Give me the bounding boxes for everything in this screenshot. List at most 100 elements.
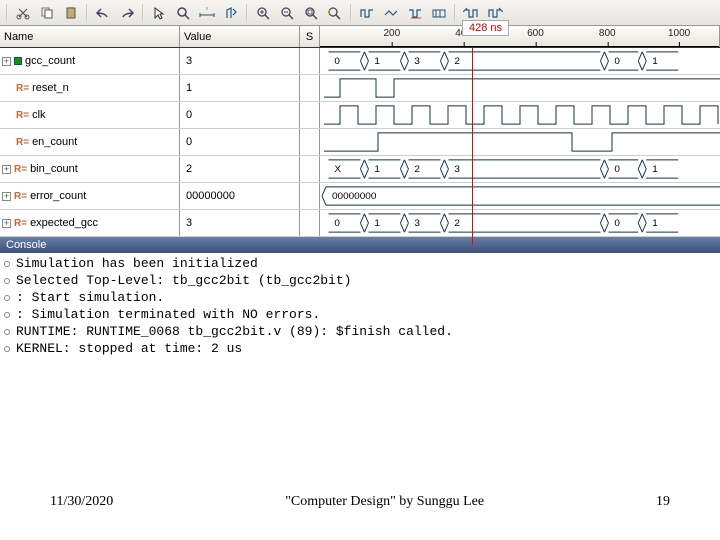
signal-row[interactable]: +R=bin_count 2 X 1 2 3 0 1 xyxy=(0,156,720,183)
value-header[interactable]: Value xyxy=(180,26,300,47)
toolbar-divider xyxy=(246,4,248,22)
signal-dot-icon xyxy=(14,57,22,65)
svg-text:1: 1 xyxy=(652,56,658,67)
expand-icon[interactable]: + xyxy=(2,57,11,66)
signal-row[interactable]: +gcc_count 3 013201 xyxy=(0,48,720,75)
wave-tool-d-icon[interactable] xyxy=(428,3,450,23)
signal-list: +gcc_count 3 013201R=reset_n 1 R=clk 0 R… xyxy=(0,48,720,237)
zoom-icon[interactable] xyxy=(172,3,194,23)
signal-value: 2 xyxy=(180,156,300,182)
footer-title: "Computer Design" by Sunggu Lee xyxy=(285,494,484,510)
bullet-icon xyxy=(4,329,10,335)
console-line: : Start simulation. xyxy=(4,289,716,306)
svg-text:X: X xyxy=(334,164,341,175)
signal-name: gcc_count xyxy=(25,55,75,67)
expand-icon[interactable]: + xyxy=(2,192,11,201)
svg-text:1: 1 xyxy=(652,164,658,175)
wave-tool-a-icon[interactable] xyxy=(356,3,378,23)
waveform-area[interactable]: 013201 xyxy=(320,210,720,236)
waveform-area[interactable]: 00000000 xyxy=(320,183,720,209)
svg-text:3: 3 xyxy=(414,218,420,229)
signal-name: clk xyxy=(32,109,45,121)
signal-row[interactable]: +R=error_count 00000000 00000000 xyxy=(0,183,720,210)
toolbar-divider xyxy=(86,4,88,22)
bullet-icon xyxy=(4,261,10,267)
expand-icon[interactable]: + xyxy=(2,165,11,174)
svg-text:3: 3 xyxy=(454,164,460,175)
zoom-range-icon[interactable] xyxy=(324,3,346,23)
wave-tool-b-icon[interactable] xyxy=(380,3,402,23)
svg-text:0: 0 xyxy=(614,164,620,175)
signal-row[interactable]: +R=expected_gcc 3 013201 xyxy=(0,210,720,237)
svg-text:1: 1 xyxy=(374,56,380,67)
toolbar-divider xyxy=(142,4,144,22)
ruler-tick: 800 xyxy=(599,28,616,39)
paste-icon[interactable] xyxy=(60,3,82,23)
s-header[interactable]: S xyxy=(300,26,320,47)
cursor-time-badge[interactable]: 428 ns xyxy=(462,20,509,36)
footer-page: 19 xyxy=(656,494,670,510)
signal-tag: R= xyxy=(14,191,27,202)
svg-text:0: 0 xyxy=(614,56,620,67)
signal-name: en_count xyxy=(32,136,77,148)
cut-icon[interactable] xyxy=(12,3,34,23)
signal-value: 3 xyxy=(180,48,300,74)
signal-row[interactable]: R=reset_n 1 xyxy=(0,75,720,102)
zoom-out-icon[interactable] xyxy=(276,3,298,23)
signal-tag: R= xyxy=(16,110,29,121)
column-headers: Name Value S 200 400 600 800 1000 xyxy=(0,26,720,48)
svg-text:3: 3 xyxy=(414,56,420,67)
signal-tag: R= xyxy=(16,137,29,148)
signal-value: 0 xyxy=(180,129,300,155)
console-line: : Simulation terminated with NO errors. xyxy=(4,306,716,323)
signal-value: 3 xyxy=(180,210,300,236)
toolbar-divider xyxy=(350,4,352,22)
signal-tag: R= xyxy=(14,164,27,175)
redo-icon[interactable] xyxy=(116,3,138,23)
console-line: Selected Top-Level: tb_gcc2bit (tb_gcc2b… xyxy=(4,272,716,289)
bullet-icon xyxy=(4,278,10,284)
signal-name: reset_n xyxy=(32,82,69,94)
console-line: Simulation has been initialized xyxy=(4,255,716,272)
undo-icon[interactable] xyxy=(92,3,114,23)
waveform-area[interactable] xyxy=(320,129,720,155)
waveform-area[interactable] xyxy=(320,75,720,101)
measure-icon[interactable]: T xyxy=(196,3,218,23)
name-header[interactable]: Name xyxy=(0,26,180,47)
goto-icon[interactable] xyxy=(220,3,242,23)
signal-row[interactable]: R=clk 0 xyxy=(0,102,720,129)
signal-row[interactable]: R=en_count 0 xyxy=(0,129,720,156)
ruler-tick: 200 xyxy=(383,28,400,39)
zoom-fit-icon[interactable] xyxy=(300,3,322,23)
copy-icon[interactable] xyxy=(36,3,58,23)
svg-text:1: 1 xyxy=(652,218,658,229)
signal-tag: R= xyxy=(16,83,29,94)
console-header[interactable]: Console xyxy=(0,237,720,253)
svg-text:1: 1 xyxy=(374,164,380,175)
ruler-tick: 600 xyxy=(527,28,544,39)
bullet-icon xyxy=(4,295,10,301)
svg-text:2: 2 xyxy=(414,164,420,175)
time-ruler[interactable]: 200 400 600 800 1000 xyxy=(320,26,720,47)
waveform-area[interactable]: 013201 xyxy=(320,48,720,74)
toolbar: T xyxy=(0,0,720,26)
toolbar-divider xyxy=(6,4,8,22)
cursor-line[interactable] xyxy=(472,48,473,245)
svg-text:1: 1 xyxy=(374,218,380,229)
ruler-tick: 1000 xyxy=(668,28,690,39)
svg-text:0: 0 xyxy=(334,218,340,229)
zoom-in-icon[interactable] xyxy=(252,3,274,23)
wave-tool-c-icon[interactable] xyxy=(404,3,426,23)
expand-icon[interactable]: + xyxy=(2,219,11,228)
pointer-icon[interactable] xyxy=(148,3,170,23)
console-line: RUNTIME: RUNTIME_0068 tb_gcc2bit.v (89):… xyxy=(4,323,716,340)
svg-text:T: T xyxy=(205,7,208,12)
signal-tag: R= xyxy=(14,218,27,229)
toolbar-divider xyxy=(454,4,456,22)
waveform-area[interactable]: X 1 2 3 0 1 xyxy=(320,156,720,182)
signal-value: 1 xyxy=(180,75,300,101)
signal-name: error_count xyxy=(30,190,86,202)
footer-date: 11/30/2020 xyxy=(50,494,113,510)
signal-name: bin_count xyxy=(30,163,78,175)
waveform-area[interactable] xyxy=(320,102,720,128)
